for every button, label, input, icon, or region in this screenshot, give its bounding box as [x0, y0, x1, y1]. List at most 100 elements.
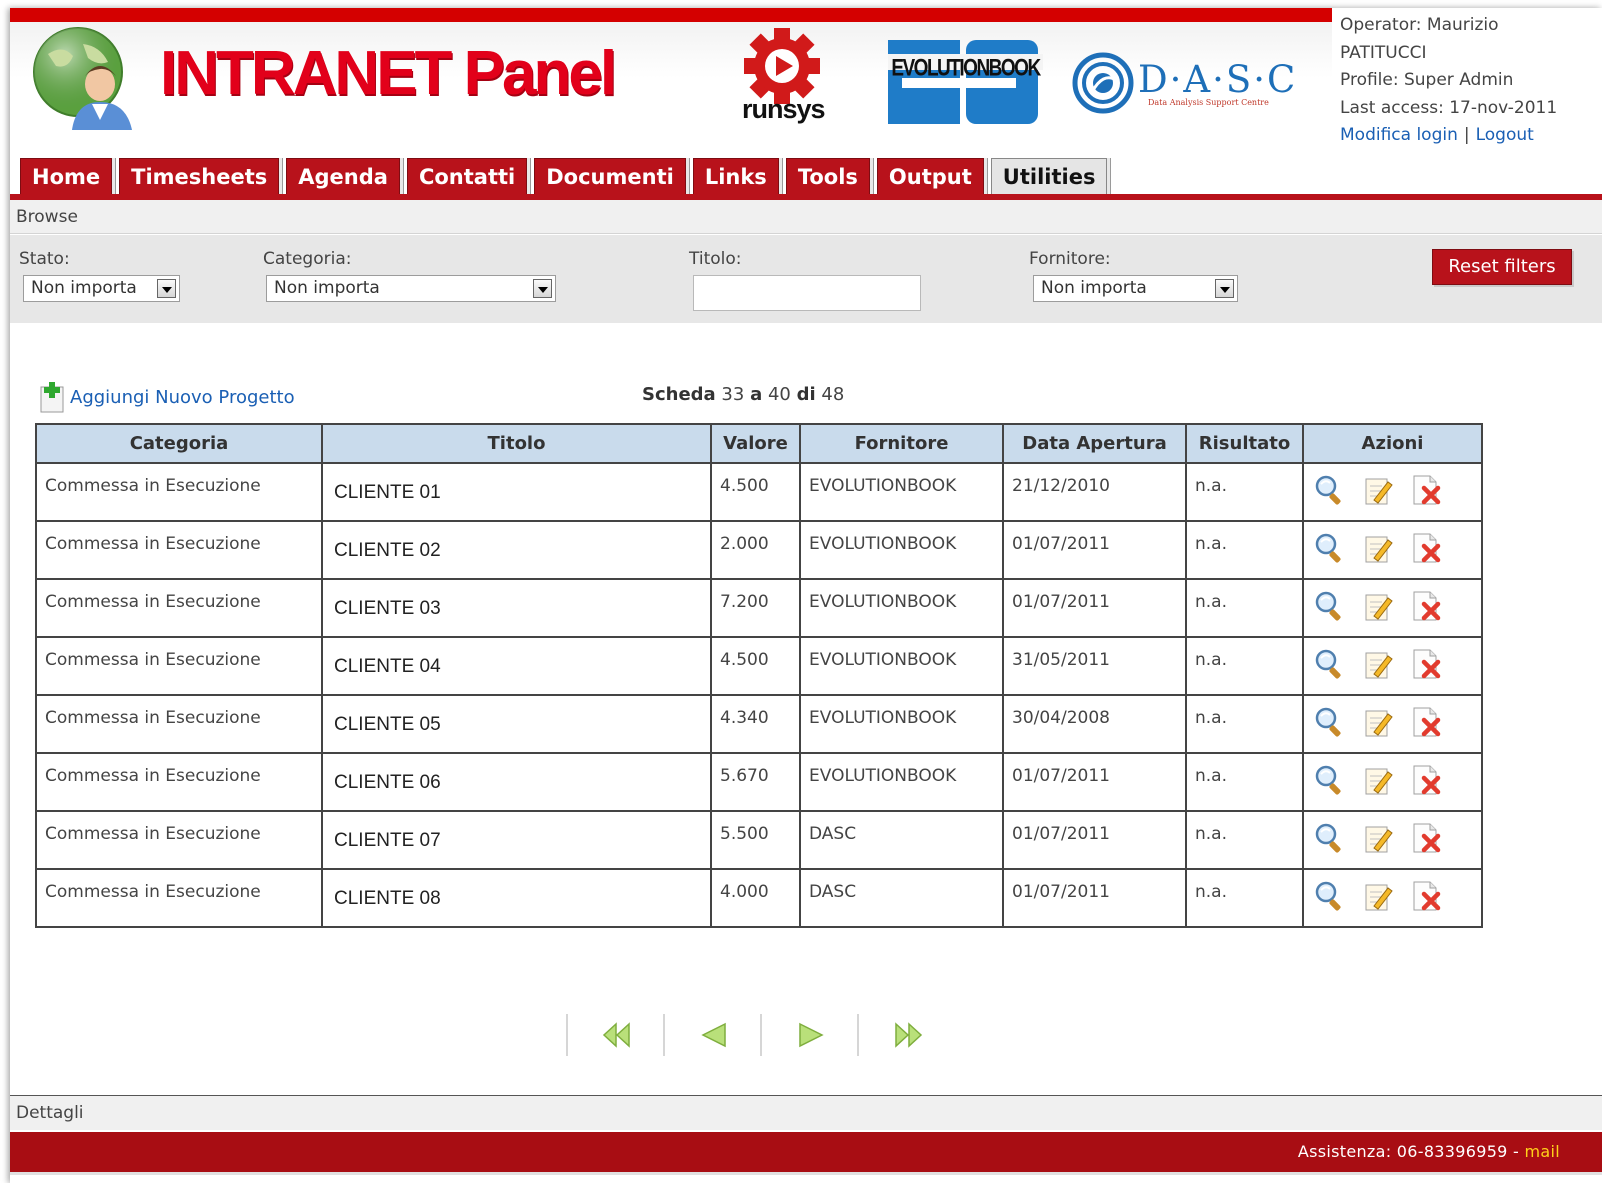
stato-label: Stato:	[19, 249, 70, 269]
cell-fornitore: EVOLUTIONBOOK	[799, 462, 1004, 522]
cell-azioni	[1302, 868, 1483, 928]
edit-icon	[1365, 826, 1393, 853]
delete-button[interactable]	[1410, 764, 1442, 796]
cell-valore: 2.000	[710, 520, 801, 580]
prev-page-button[interactable]	[663, 1014, 760, 1056]
edit-button[interactable]	[1362, 706, 1394, 738]
tab-links[interactable]: Links	[692, 158, 779, 194]
view-button[interactable]	[1314, 474, 1346, 506]
last-page-button[interactable]	[857, 1014, 954, 1056]
cell-categoria: Commessa in Esecuzione	[35, 520, 323, 580]
account-links: Modifica login | Logout	[1340, 122, 1602, 150]
view-button[interactable]	[1314, 880, 1346, 912]
cell-azioni	[1302, 578, 1483, 638]
col-valore[interactable]: Valore	[710, 423, 801, 464]
delete-button[interactable]	[1410, 880, 1442, 912]
projects-table: Categoria Titolo Valore Fornitore Data A…	[35, 423, 1483, 928]
row-actions	[1312, 474, 1473, 506]
first-page-button[interactable]	[566, 1014, 663, 1056]
cell-azioni	[1302, 462, 1483, 522]
edit-button[interactable]	[1362, 822, 1394, 854]
cell-data-apertura: 01/07/2011	[1002, 752, 1187, 812]
col-titolo[interactable]: Titolo	[321, 423, 712, 464]
breadcrumb: Browse	[10, 200, 1602, 234]
stato-select[interactable]: Non importa	[23, 275, 180, 302]
tab-timesheets[interactable]: Timesheets	[119, 158, 280, 194]
cell-fornitore: EVOLUTIONBOOK	[799, 636, 1004, 696]
cell-risultato: n.a.	[1185, 868, 1304, 928]
table-row: Commessa in Esecuzione CLIENTE 06 5.670 EVO…	[35, 752, 1483, 812]
delete-button[interactable]	[1410, 648, 1442, 680]
cell-data-apertura: 21/12/2010	[1002, 462, 1187, 522]
titolo-label: Titolo:	[689, 249, 742, 269]
tab-tools[interactable]: Tools	[785, 158, 870, 194]
tab-output[interactable]: Output	[876, 158, 984, 194]
cell-risultato: n.a.	[1185, 810, 1304, 870]
cell-data-apertura: 01/07/2011	[1002, 868, 1187, 928]
cell-fornitore: DASC	[799, 810, 1004, 870]
delete-button[interactable]	[1410, 532, 1442, 564]
cell-categoria: Commessa in Esecuzione	[35, 694, 323, 754]
cell-titolo: CLIENTE 07	[321, 810, 712, 870]
fornitore-label: Fornitore:	[1029, 249, 1111, 269]
fornitore-select[interactable]: Non importa	[1033, 275, 1238, 302]
next-page-button[interactable]	[760, 1014, 857, 1056]
col-risultato[interactable]: Risultato	[1185, 423, 1304, 464]
cell-azioni	[1302, 636, 1483, 696]
view-button[interactable]	[1314, 590, 1346, 622]
fornitore-select-value: Non importa	[1041, 278, 1147, 298]
col-data-apertura[interactable]: Data Apertura	[1002, 423, 1187, 464]
edit-button[interactable]	[1362, 474, 1394, 506]
delete-button[interactable]	[1410, 474, 1442, 506]
edit-button[interactable]	[1362, 590, 1394, 622]
view-button[interactable]	[1314, 532, 1346, 564]
categoria-select[interactable]: Non importa	[266, 275, 556, 302]
logout-link[interactable]: Logout	[1476, 125, 1534, 145]
view-icon	[1315, 475, 1341, 505]
chevron-down-icon[interactable]	[533, 279, 552, 298]
prev-page-icon	[701, 1022, 726, 1048]
tab-agenda[interactable]: Agenda	[286, 158, 400, 194]
titolo-input[interactable]	[693, 275, 921, 311]
cell-data-apertura: 01/07/2011	[1002, 810, 1187, 870]
cell-fornitore: EVOLUTIONBOOK	[799, 578, 1004, 638]
tab-utilities[interactable]: Utilities	[990, 158, 1108, 194]
add-project-label[interactable]: Aggiungi Nuovo Progetto	[70, 387, 295, 408]
mail-link[interactable]: mail	[1525, 1142, 1560, 1161]
edit-button[interactable]	[1362, 764, 1394, 796]
table-row: Commessa in Esecuzione CLIENTE 02 2.000 EVO…	[35, 520, 1483, 580]
view-button[interactable]	[1314, 764, 1346, 796]
cell-valore: 5.670	[710, 752, 801, 812]
row-actions	[1312, 764, 1473, 796]
tab-home[interactable]: Home	[20, 158, 113, 194]
footer: Assistenza: 06-83396959 - mail	[10, 1132, 1602, 1172]
col-fornitore[interactable]: Fornitore	[799, 423, 1004, 464]
cell-titolo: CLIENTE 08	[321, 868, 712, 928]
edit-button[interactable]	[1362, 880, 1394, 912]
delete-icon	[1413, 533, 1441, 563]
delete-button[interactable]	[1410, 822, 1442, 854]
total-count: 48	[821, 384, 845, 405]
cell-risultato: n.a.	[1185, 520, 1304, 580]
chevron-down-icon[interactable]	[157, 279, 176, 298]
reset-filters-button[interactable]: Reset filters	[1432, 249, 1572, 285]
delete-icon	[1413, 707, 1441, 737]
view-button[interactable]	[1314, 648, 1346, 680]
add-project-link[interactable]: Aggiungi Nuovo Progetto	[40, 380, 295, 414]
view-button[interactable]	[1314, 822, 1346, 854]
delete-button[interactable]	[1410, 590, 1442, 622]
modifica-login-link[interactable]: Modifica login	[1340, 125, 1458, 145]
tab-documenti[interactable]: Documenti	[534, 158, 686, 194]
chevron-down-icon[interactable]	[1215, 279, 1234, 298]
record-counter: Scheda 33 a 40 di 48	[642, 384, 844, 405]
tab-contatti[interactable]: Contatti	[406, 158, 528, 194]
table-row: Commessa in Esecuzione CLIENTE 05 4.340 EVO…	[35, 694, 1483, 754]
cell-categoria: Commessa in Esecuzione	[35, 462, 323, 522]
filters-panel: Stato: Non importa Categoria: Non import…	[10, 235, 1602, 323]
delete-button[interactable]	[1410, 706, 1442, 738]
view-button[interactable]	[1314, 706, 1346, 738]
edit-button[interactable]	[1362, 532, 1394, 564]
edit-button[interactable]	[1362, 648, 1394, 680]
col-categoria[interactable]: Categoria	[35, 423, 323, 464]
row-actions	[1312, 706, 1473, 738]
